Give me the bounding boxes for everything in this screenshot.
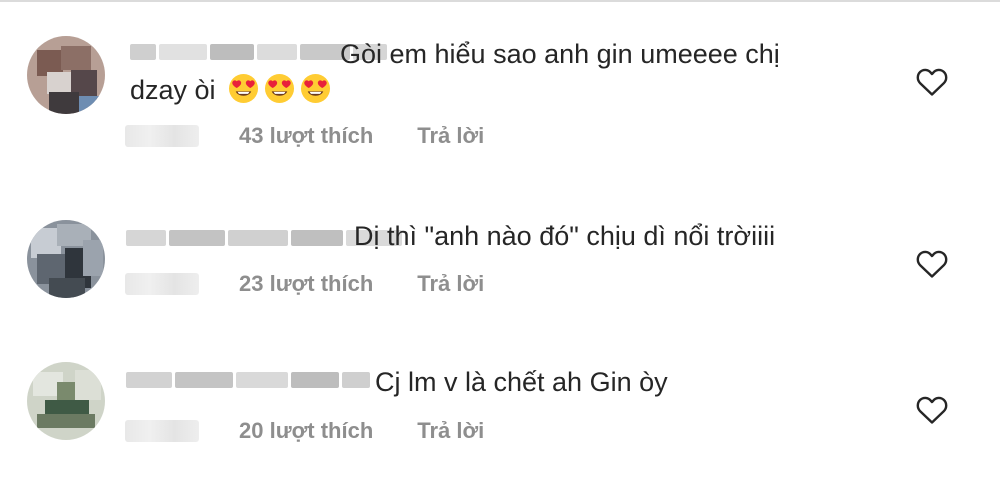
comment-meta: 23 lượt thích Trả lời [125,271,484,297]
likes-count[interactable]: 23 lượt thích [239,271,373,297]
comment-text: Gòi em hiểu sao anh gin umeeee chị [340,39,780,69]
heart-icon[interactable] [916,250,948,278]
timestamp-blurred [125,125,199,147]
avatar[interactable] [27,220,105,298]
top-divider [0,0,1000,2]
timestamp-blurred [125,420,199,442]
heart-icon[interactable] [916,396,948,424]
avatar[interactable] [27,36,105,114]
reply-button[interactable]: Trả lời [417,271,484,297]
likes-count[interactable]: 43 lượt thích [239,123,373,149]
heart-eyes-emoji [265,73,295,104]
comment-meta: 43 lượt thích Trả lời [125,123,484,149]
heart-eyes-emoji [301,73,331,104]
comment-meta: 20 lượt thích Trả lời [125,418,484,444]
comment-text: Dị thì "anh nào đó" chịu dì nổi trờiiii [354,221,776,251]
heart-icon[interactable] [916,68,948,96]
comment-text: Cj lm v là chết ah Gin òy [375,367,668,397]
avatar[interactable] [27,362,105,440]
username-blurred[interactable] [126,368,370,392]
likes-count[interactable]: 20 lượt thích [239,418,373,444]
comment-text-continued: dzay òi [130,72,331,108]
timestamp-blurred [125,273,199,295]
heart-eyes-emoji [229,73,259,104]
reply-button[interactable]: Trả lời [417,418,484,444]
reply-button[interactable]: Trả lời [417,123,484,149]
